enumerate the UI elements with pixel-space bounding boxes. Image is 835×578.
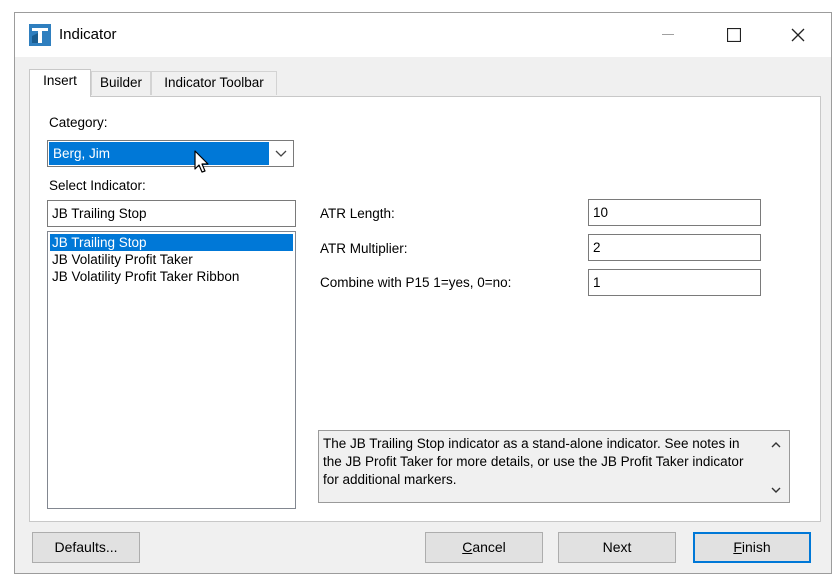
list-item[interactable]: JB Volatility Profit Taker [50,251,193,268]
defaults-button[interactable]: Defaults... [32,532,140,563]
maximize-icon [727,28,741,42]
minimize-icon [662,34,674,35]
tab-builder[interactable]: Builder [91,71,151,95]
list-item[interactable]: JB Volatility Profit Taker Ribbon [50,268,239,285]
indicator-search-input[interactable]: JB Trailing Stop [47,200,296,227]
description-text: The JB Trailing Stop indicator as a stan… [323,436,744,487]
close-icon [791,28,805,42]
mouse-pointer-icon [194,150,216,179]
chevron-up-icon[interactable] [771,441,781,448]
indicator-dialog: Indicator Insert Builder Indicator Toolb… [14,12,832,574]
indicator-list[interactable]: JB Trailing Stop JB Volatility Profit Ta… [47,231,296,509]
window-title: Indicator [59,26,117,43]
category-label: Category: [49,115,108,130]
atr-length-input[interactable]: 10 [588,199,761,226]
atr-multiplier-input[interactable]: 2 [588,234,761,261]
insert-tab-panel: Category: Berg, Jim Select Indicator: JB… [29,96,821,522]
param-label-atr-length: ATR Length: [320,206,395,221]
close-button[interactable] [775,13,821,57]
title-bar: Indicator [15,13,831,57]
list-item[interactable]: JB Trailing Stop [50,234,293,251]
finish-accel: F [733,539,742,555]
category-selected-value: Berg, Jim [49,142,269,165]
maximize-button[interactable] [711,13,757,57]
minimize-button[interactable] [645,13,691,57]
tab-indicator-toolbar[interactable]: Indicator Toolbar [151,71,277,95]
cancel-label: ancel [472,539,506,555]
param-label-atr-multiplier: ATR Multiplier: [320,241,408,256]
category-dropdown[interactable]: Berg, Jim [47,140,294,167]
finish-button[interactable]: Finish [693,532,811,563]
param-label-combine-p15: Combine with P15 1=yes, 0=no: [320,275,512,290]
select-indicator-label: Select Indicator: [49,178,146,193]
next-button[interactable]: Next [558,532,676,563]
combine-p15-input[interactable]: 1 [588,269,761,296]
indicator-description: The JB Trailing Stop indicator as a stan… [318,430,790,503]
tab-insert[interactable]: Insert [29,69,91,97]
chevron-down-icon [275,150,287,157]
chevron-down-icon[interactable] [771,487,781,494]
finish-label: inish [741,539,771,555]
cancel-accel: C [462,539,473,555]
cancel-button[interactable]: Cancel [425,532,543,563]
indicator-app-icon [29,24,51,46]
